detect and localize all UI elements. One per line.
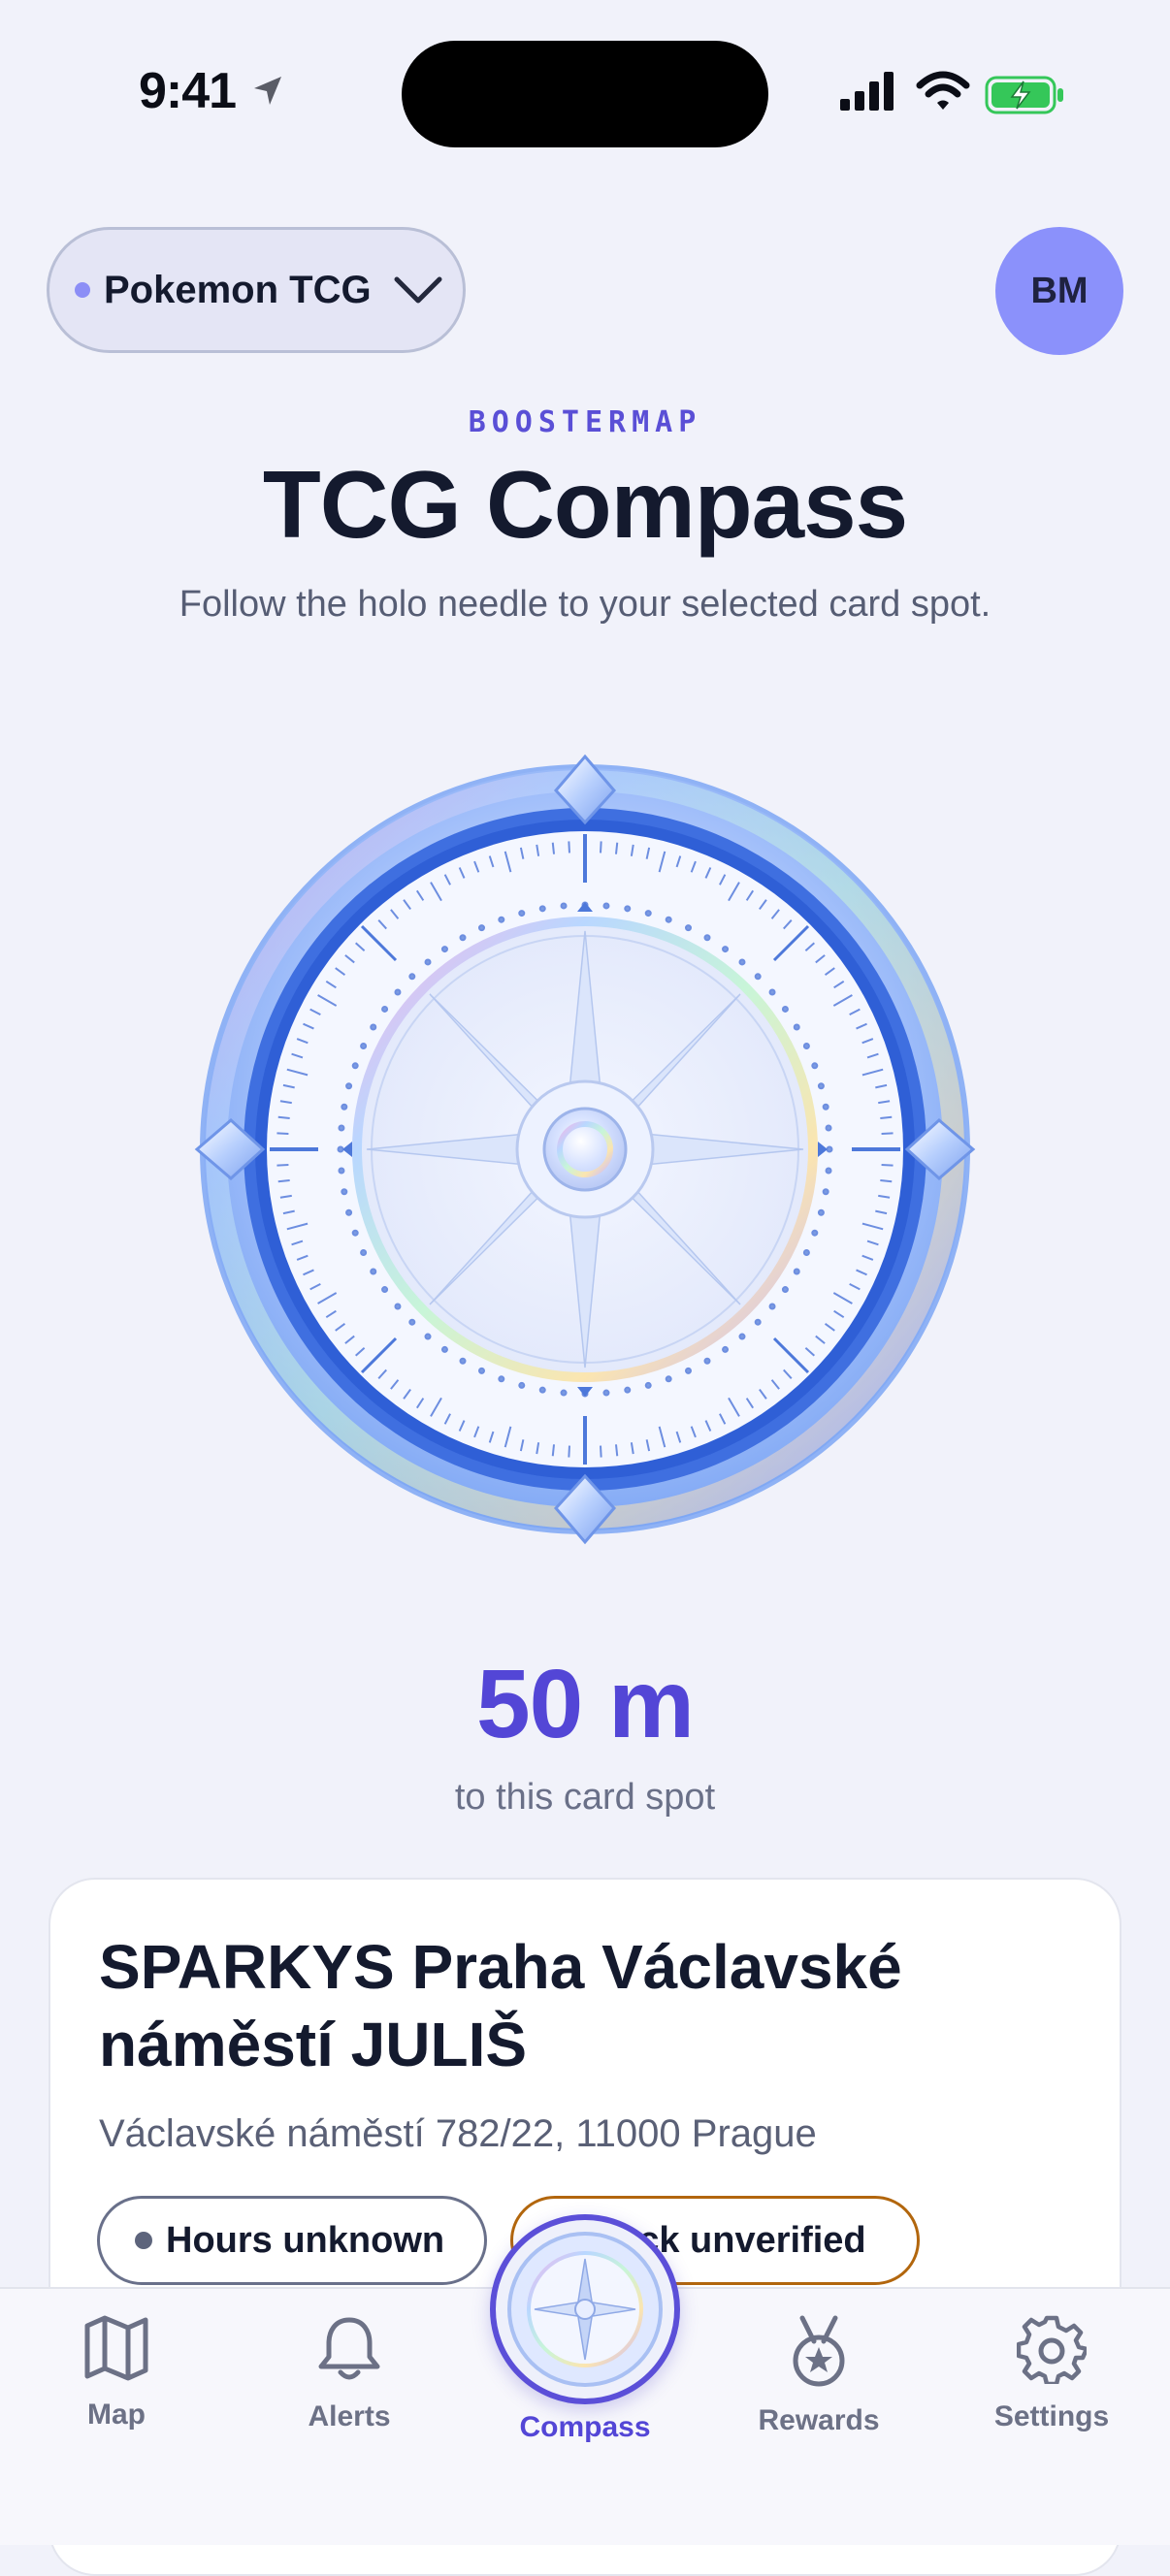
tab-map[interactable]: Map	[19, 2314, 213, 2431]
brand-eyebrow: BOOSTERMAP	[468, 405, 702, 439]
tab-settings[interactable]: Settings	[955, 2314, 1149, 2433]
battery-charging-icon	[985, 76, 1063, 114]
distance-value: 50 m	[476, 1650, 695, 1758]
map-icon	[84, 2315, 148, 2381]
chevron-down-icon	[394, 276, 442, 304]
tab-compass-label[interactable]: Compass	[446, 2411, 724, 2444]
tab-alerts-label: Alerts	[308, 2400, 391, 2432]
tab-compass-button[interactable]	[490, 2214, 680, 2404]
status-time: 9:41	[139, 63, 237, 119]
store-address: Václavské náměstí 782/22, 11000 Prague	[99, 2112, 817, 2155]
page-title: TCG Compass	[262, 451, 908, 558]
distance-caption: to this card spot	[454, 1777, 716, 1818]
hours-status-badge: Hours unknown	[97, 2196, 487, 2285]
game-indicator-dot	[75, 282, 90, 298]
tab-map-label: Map	[87, 2399, 146, 2431]
tab-alerts[interactable]: Alerts	[252, 2314, 446, 2433]
hours-status-dot	[135, 2232, 152, 2249]
gear-icon	[1016, 2315, 1089, 2387]
holo-compass	[194, 754, 976, 1545]
page-subtitle: Follow the holo needle to your selected …	[179, 584, 991, 625]
status-bar: 9:41	[0, 0, 1170, 175]
tab-settings-label: Settings	[993, 2400, 1110, 2432]
location-arrow-icon	[254, 77, 281, 105]
wifi-icon	[916, 71, 970, 110]
store-name: SPARKYS Praha Václavské náměstí JULIŠ	[99, 1932, 902, 2079]
bell-icon	[318, 2317, 380, 2380]
hours-status-label: Hours unknown	[166, 2219, 445, 2261]
user-avatar-button[interactable]: BM	[995, 227, 1123, 355]
tab-rewards-label: Rewards	[758, 2404, 880, 2436]
medal-icon	[793, 2315, 845, 2387]
tab-rewards[interactable]: Rewards	[722, 2314, 916, 2437]
compass-icon	[507, 2232, 663, 2387]
dynamic-island	[402, 41, 768, 147]
game-selector-dropdown[interactable]: Pokemon TCG	[47, 227, 466, 353]
game-selector-label: Pokemon TCG	[104, 268, 372, 311]
cellular-signal-icon	[840, 72, 894, 111]
